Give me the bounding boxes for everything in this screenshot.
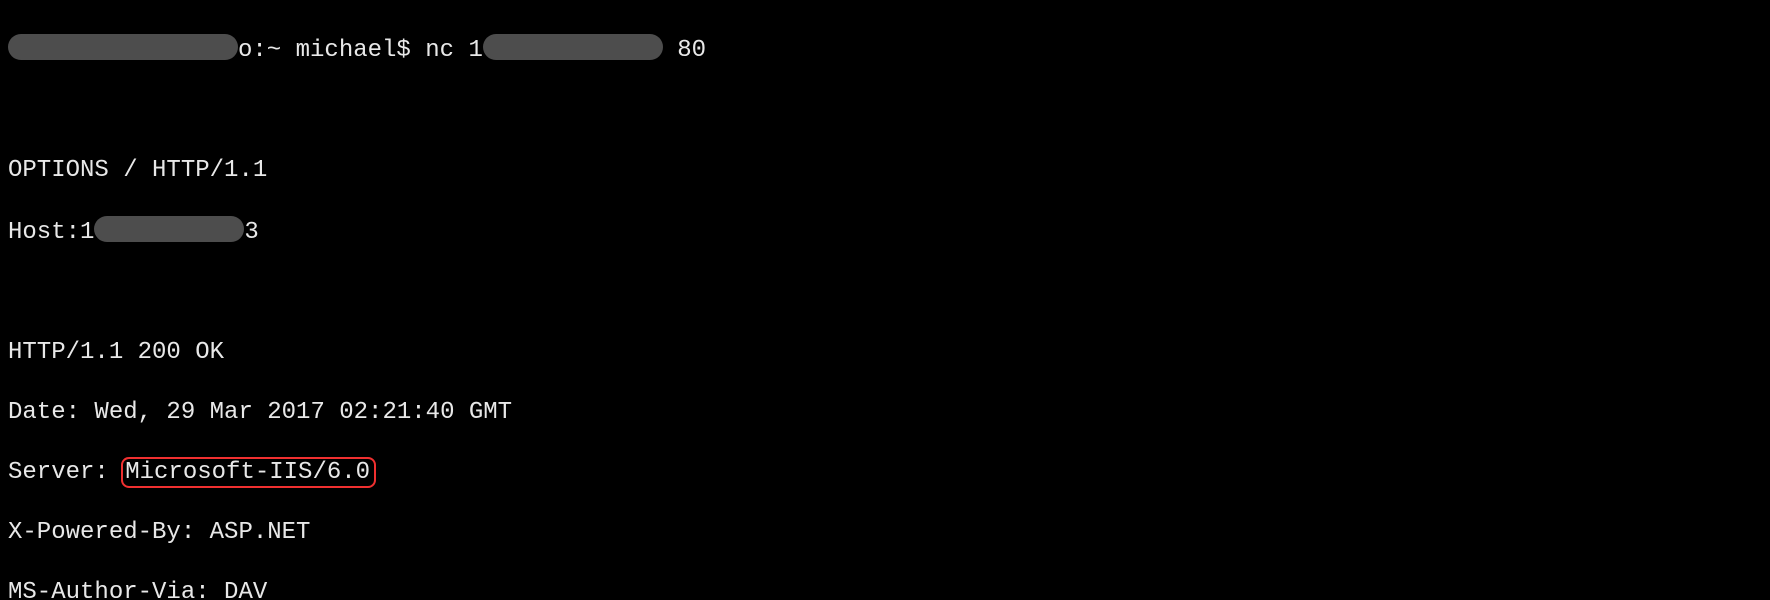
http-request-line: OPTIONS / HTTP/1.1	[8, 156, 1762, 186]
highlight-server: Microsoft-IIS/6.0	[121, 457, 376, 488]
redacted-host-ip	[94, 216, 244, 242]
nc-port: 80	[663, 37, 706, 64]
terminal-output: o:~ michael$ nc 1 80 OPTIONS / HTTP/1.1 …	[0, 0, 1770, 600]
prompt-user: o:~ michael$ nc 1	[238, 37, 483, 64]
http-status-line: HTTP/1.1 200 OK	[8, 338, 1762, 368]
prompt-line: o:~ michael$ nc 1 80	[8, 34, 1762, 66]
redacted-ip	[483, 34, 663, 60]
http-xpoweredby-line: X-Powered-By: ASP.NET	[8, 518, 1762, 548]
http-host-line: Host:13	[8, 216, 1762, 248]
http-server-line: Server: Microsoft-IIS/6.0	[8, 458, 1762, 488]
http-msauthor-line: MS-Author-Via: DAV	[8, 578, 1762, 600]
redacted-host	[8, 34, 238, 60]
http-date-line: Date: Wed, 29 Mar 2017 02:21:40 GMT	[8, 398, 1762, 428]
